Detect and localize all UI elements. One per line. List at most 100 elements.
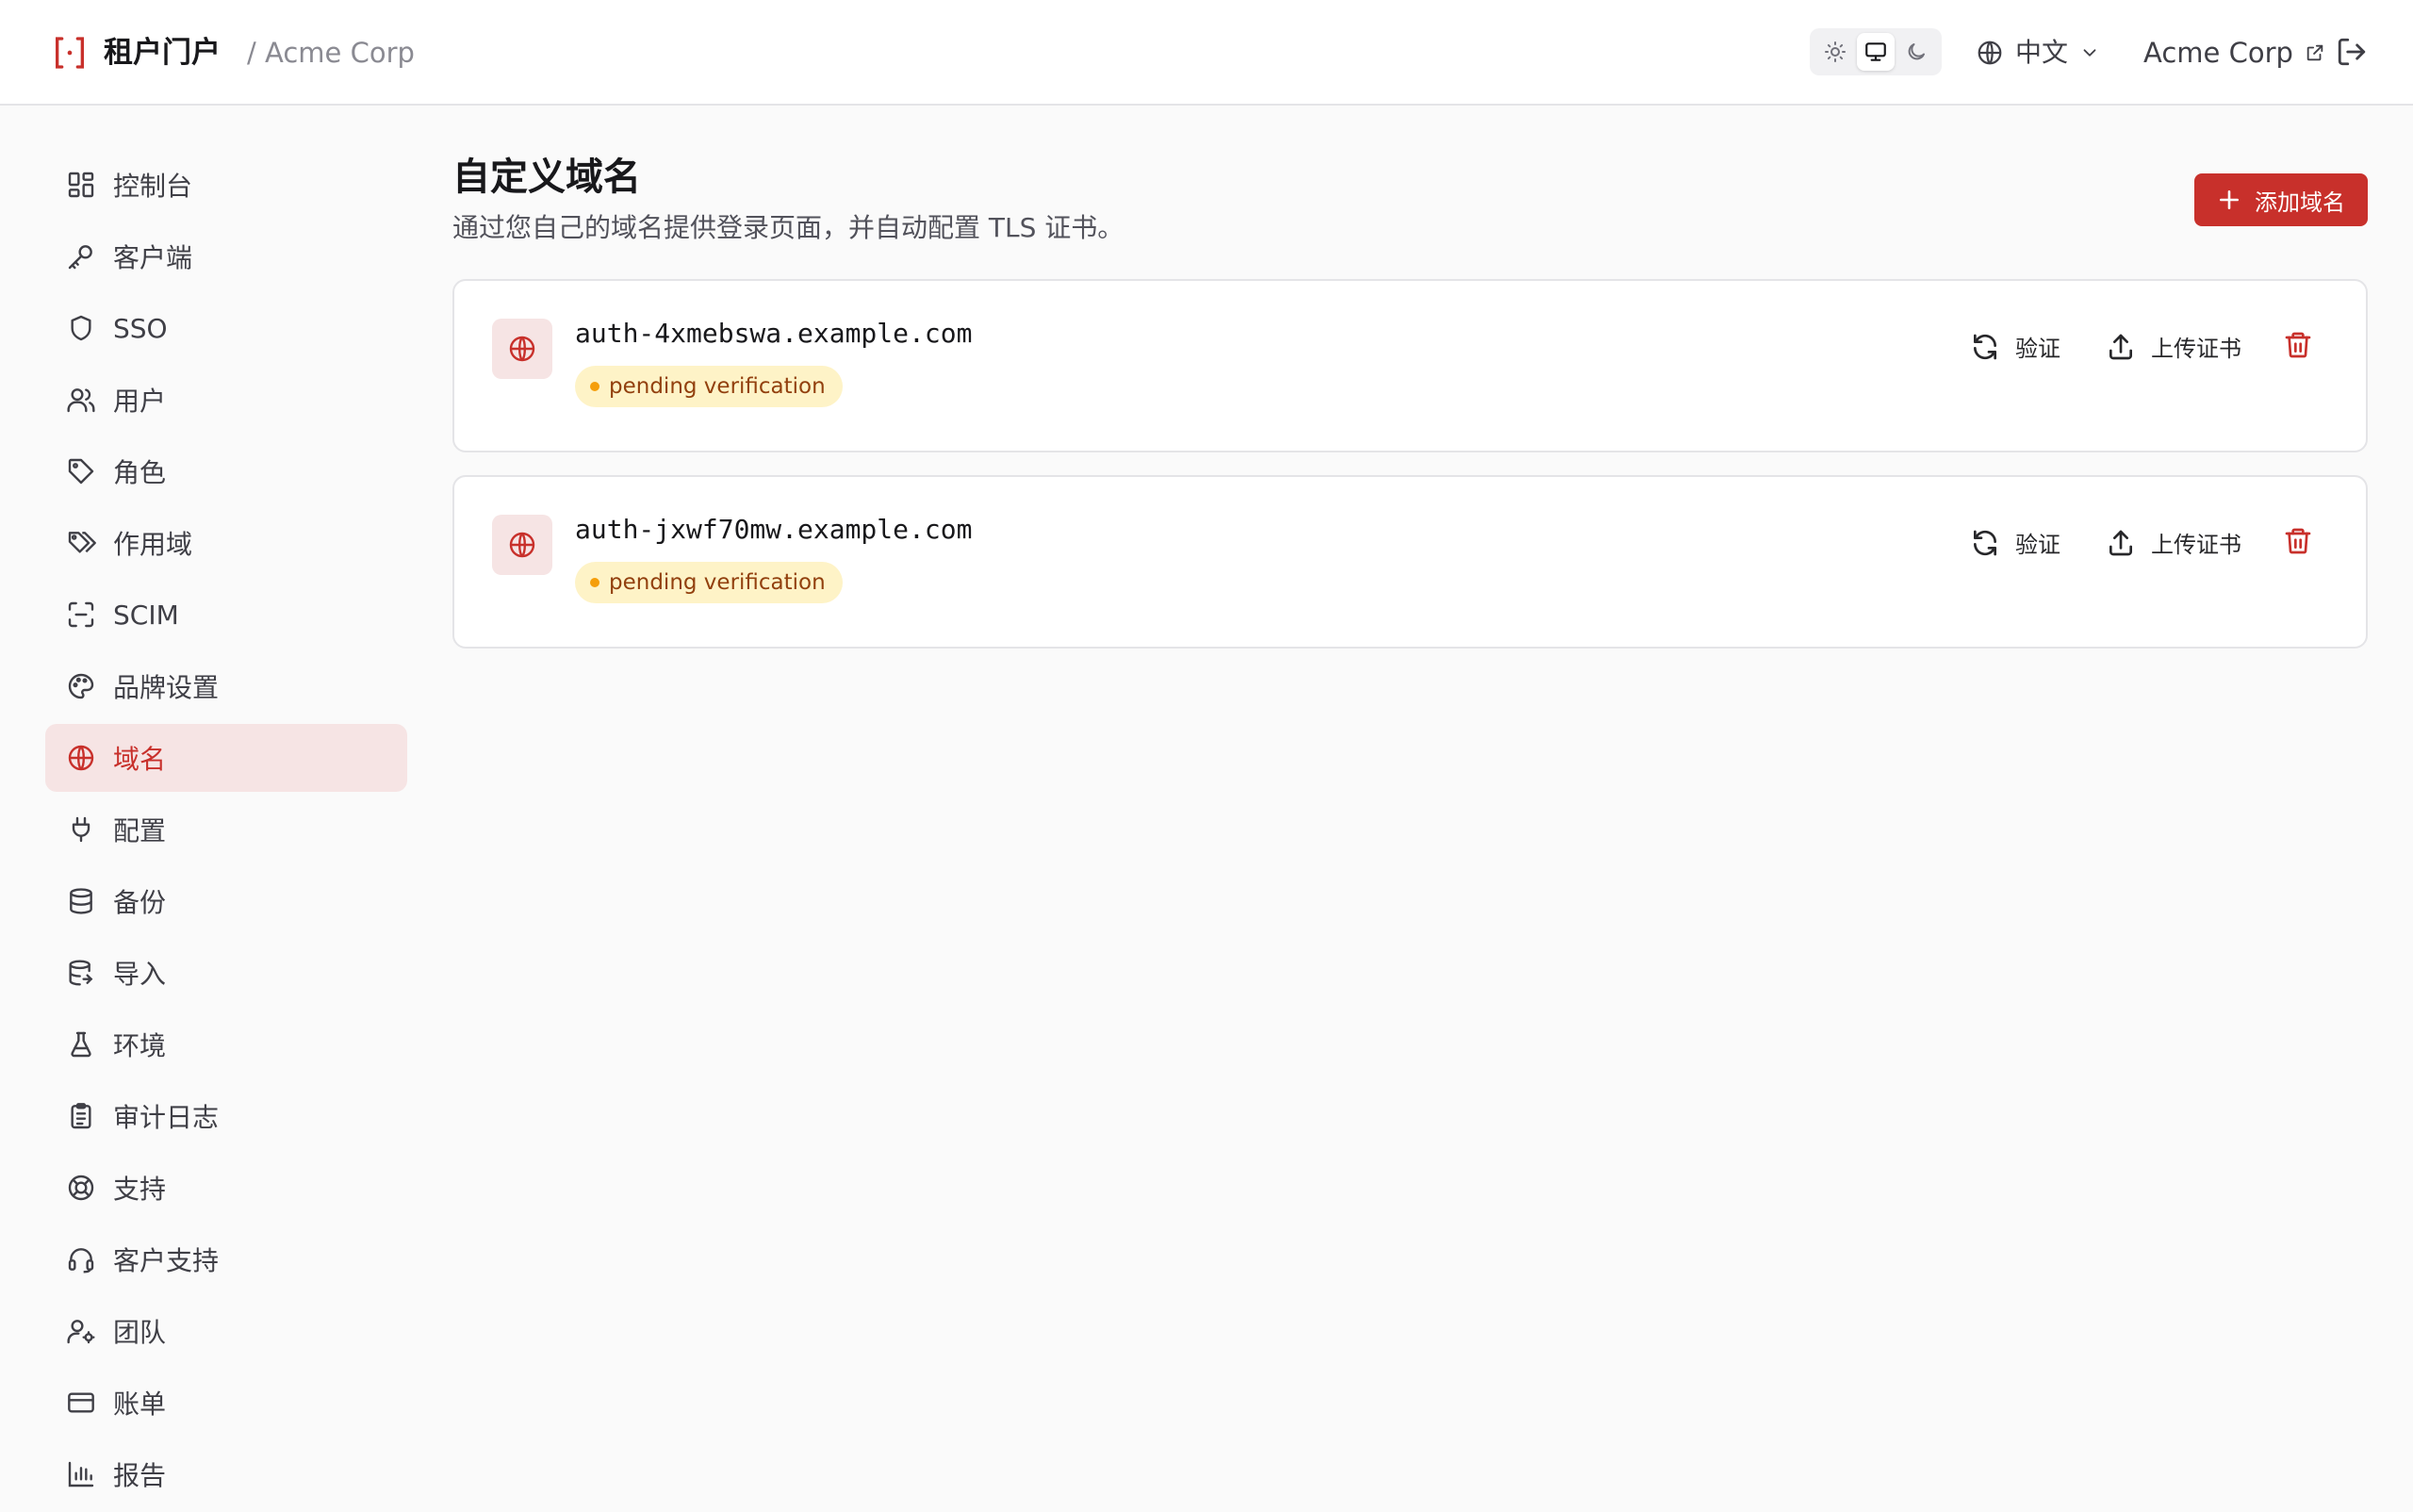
globe-icon [509, 532, 535, 558]
lifebuoy-icon [68, 1175, 94, 1201]
status-label: pending verification [609, 374, 826, 399]
theme-switcher [1810, 28, 1942, 75]
sidebar-item-scopes[interactable]: 作用域 [45, 509, 407, 577]
delete-domain-button[interactable] [2283, 526, 2313, 556]
sidebar-item-team[interactable]: 团队 [45, 1297, 407, 1365]
globe-icon [1978, 41, 2002, 65]
delete-domain-button[interactable] [2283, 330, 2313, 360]
plus-icon [2220, 190, 2239, 209]
sidebar-item-customer-support[interactable]: 客户支持 [45, 1225, 407, 1293]
sidebar-item-roles[interactable]: 角色 [45, 437, 407, 505]
sidebar-item-domains[interactable]: 域名 [45, 724, 407, 792]
sidebar-item-reports[interactable]: 报告 [45, 1440, 407, 1508]
add-domain-button[interactable]: 添加域名 [2194, 173, 2368, 226]
org-link[interactable]: Acme Corp [2143, 34, 2325, 72]
clipboard-icon [71, 1103, 91, 1129]
sidebar-item-sso[interactable]: SSO [45, 294, 407, 362]
domain-name: auth-4xmebswa.example.com [575, 318, 973, 349]
page-subtitle: 通过您自己的域名提供登录页面，并自动配置 TLS 证书。 [452, 212, 1124, 243]
tags-icon [68, 532, 96, 553]
sidebar-item-clients[interactable]: 客户端 [45, 222, 407, 290]
language-label: 中文 [2015, 37, 2069, 68]
logout-button[interactable] [2336, 36, 2368, 68]
sidebar-item-label: 支持 [113, 1174, 167, 1205]
domain-name: auth-jxwf70mw.example.com [575, 514, 973, 545]
trash-icon [2285, 528, 2311, 554]
sidebar-item-label: 审计日志 [113, 1102, 220, 1133]
sidebar-item-dashboard[interactable]: 控制台 [45, 151, 407, 219]
theme-light-button[interactable] [1816, 33, 1854, 71]
sidebar-item-label: 客户端 [113, 242, 193, 273]
add-domain-label: 添加域名 [2255, 189, 2345, 216]
status-badge: pending verification [575, 562, 843, 603]
refresh-icon [1974, 530, 1996, 555]
key-icon [68, 245, 92, 270]
sidebar-item-label: SCIM [113, 599, 179, 631]
page-title: 自定义域名 [452, 156, 641, 199]
users-icon [67, 388, 95, 413]
plug-icon [72, 816, 90, 843]
sidebar-item-label: 账单 [113, 1389, 167, 1420]
verify-label: 验证 [2015, 336, 2060, 362]
sidebar-item-billing[interactable]: 账单 [45, 1369, 407, 1437]
sidebar-item-audit-log[interactable]: 审计日志 [45, 1082, 407, 1150]
refresh-icon [1974, 334, 1996, 359]
domain-globe-badge [492, 319, 552, 379]
sidebar-item-label: 配置 [113, 815, 167, 846]
theme-system-button[interactable] [1856, 33, 1895, 71]
sidebar-item-backup[interactable]: 备份 [45, 867, 407, 935]
app-title[interactable]: 租户门户 [104, 30, 221, 75]
sidebar-item-support[interactable]: 支持 [45, 1154, 407, 1222]
sidebar-item-label: 控制台 [113, 171, 193, 202]
top-bar: 租户门户 / Acme Corp 中文 Acme Corp [0, 0, 2413, 106]
upload-cert-label: 上传证书 [2151, 532, 2241, 558]
external-link-icon [2306, 44, 2323, 61]
credit-card-icon [68, 1392, 94, 1413]
sidebar-item-environment[interactable]: 环境 [45, 1011, 407, 1078]
logout-icon [2338, 38, 2366, 66]
upload-icon [2109, 334, 2132, 359]
status-dot [590, 578, 599, 587]
brand-logo-icon[interactable] [51, 34, 89, 72]
language-selector[interactable]: 中文 [1976, 34, 2100, 72]
upload-cert-label: 上传证书 [2151, 336, 2241, 362]
status-label: pending verification [609, 570, 826, 595]
trash-icon [2285, 332, 2311, 358]
domain-globe-badge [492, 515, 552, 575]
sidebar-item-label: 用户 [113, 386, 167, 417]
sidebar-item-scim[interactable]: SCIM [45, 581, 407, 649]
sun-icon [1825, 41, 1847, 62]
sidebar-item-label: 作用域 [113, 529, 193, 560]
sidebar-item-import[interactable]: 导入 [45, 939, 407, 1007]
upload-cert-button[interactable]: 上传证书 [2106, 526, 2241, 559]
upload-cert-button[interactable]: 上传证书 [2106, 330, 2241, 363]
flask-icon [71, 1031, 91, 1058]
moon-icon [1908, 43, 1925, 60]
upload-icon [2109, 530, 2132, 555]
headset-icon [68, 1248, 94, 1274]
globe-icon [68, 745, 94, 771]
sidebar-item-label: 团队 [113, 1317, 167, 1348]
scan-icon [68, 601, 94, 628]
shield-icon [71, 315, 91, 341]
sidebar-item-branding[interactable]: 品牌设置 [45, 652, 407, 720]
monitor-icon [1865, 42, 1886, 61]
sidebar-item-label: 客户支持 [113, 1245, 220, 1276]
tag-icon [68, 458, 94, 485]
sidebar-item-config[interactable]: 配置 [45, 796, 407, 863]
sidebar-item-label: 角色 [113, 457, 167, 488]
theme-dark-button[interactable] [1897, 33, 1935, 71]
sidebar-item-users[interactable]: 用户 [45, 366, 407, 434]
verify-button[interactable]: 验证 [1970, 526, 2060, 559]
globe-icon [509, 336, 535, 362]
bar-chart-icon [68, 1461, 94, 1487]
org-name: Acme Corp [2143, 37, 2293, 69]
sidebar-item-label: 备份 [113, 887, 167, 918]
domain-card: auth-jxwf70mw.example.com pending verifi… [452, 475, 2368, 649]
sidebar-item-label: 导入 [113, 959, 167, 990]
sidebar-item-label: 品牌设置 [113, 672, 220, 703]
breadcrumb: / Acme Corp [247, 37, 415, 69]
sidebar: 控制台 客户端 SSO 用户 角色 作用域 SCIM 品牌设置 域名 配置 备份… [45, 151, 407, 1512]
verify-button[interactable]: 验证 [1970, 330, 2060, 363]
palette-icon [68, 673, 94, 699]
